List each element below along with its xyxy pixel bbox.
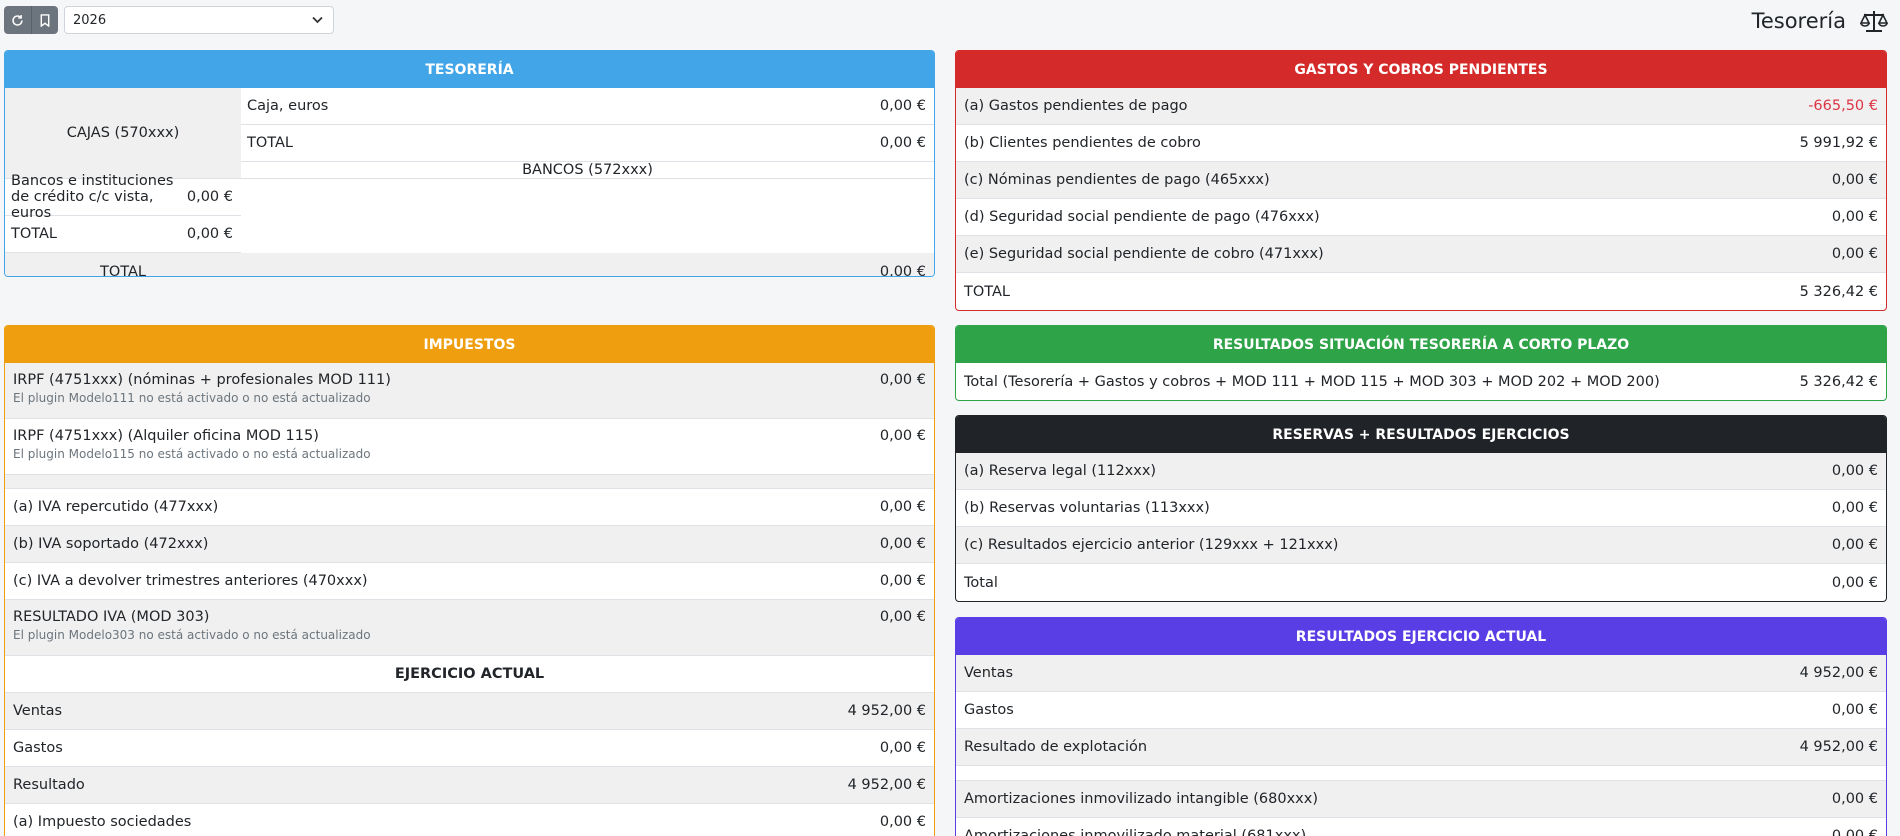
irpf111-row: IRPF (4751xxx) (nóminas + profesionales … (5, 363, 934, 419)
ejercicio-actual-title: EJERCICIO ACTUAL (5, 656, 934, 693)
gastos-card: GASTOS Y COBROS PENDIENTES (a) Gastos pe… (955, 50, 1887, 311)
ejercicio-actual-card: RESULTADOS EJERCICIO ACTUAL Ventas 4 952,… (955, 617, 1887, 836)
plugin-warning: El plugin Modelo303 no está activado o n… (13, 628, 371, 642)
refresh-icon (12, 14, 23, 26)
resultado-row: Ventas 4 952,00 € (956, 655, 1886, 692)
tesoreria-header: TESORERÍA (5, 51, 934, 88)
plugin-warning: El plugin Modelo111 no está activado o n… (13, 391, 371, 405)
tesoreria-total-row: TOTAL 0,00 € (5, 253, 934, 276)
gastos-row: (a) Gastos pendientes de pago -665,50 € (956, 88, 1886, 125)
cajas-label: CAJAS (570xxx) (5, 88, 241, 179)
iva-row: (c) IVA a devolver trimestres anteriores… (5, 563, 934, 600)
iva-result-row: RESULTADO IVA (MOD 303) El plugin Modelo3… (5, 600, 934, 656)
gastos-row: (e) Seguridad social pendiente de cobro … (956, 236, 1886, 273)
corto-plazo-card: RESULTADOS SITUACIÓN TESORERÍA A CORTO P… (955, 325, 1887, 401)
page-title: Tesorería (1751, 9, 1846, 33)
balance-scale-icon (1860, 11, 1888, 32)
reservas-header: RESERVAS + RESULTADOS EJERCICIOS (956, 416, 1886, 453)
gastos-row: (b) Clientes pendientes de cobro 5 991,92… (956, 125, 1886, 162)
resultado-row: Amortizaciones inmovilizado material (68… (956, 818, 1886, 836)
iva-row: (a) IVA repercutido (477xxx) 0,00 € (5, 489, 934, 526)
year-select[interactable]: 2026 (64, 6, 334, 34)
gastos-row: (c) Nóminas pendientes de pago (465xxx) 0… (956, 162, 1886, 199)
reservas-row: (c) Resultados ejercicio anterior (129xx… (956, 527, 1886, 564)
ejercicio-row: Resultado 4 952,00 € (5, 767, 934, 804)
toolbar: 2026 (4, 6, 334, 34)
divider (956, 766, 1886, 781)
resultado-row: Gastos 0,00 € (956, 692, 1886, 729)
ejercicio-actual-header: RESULTADOS EJERCICIO ACTUAL (956, 618, 1886, 655)
gastos-header: GASTOS Y COBROS PENDIENTES (956, 51, 1886, 88)
corto-plazo-total-row: Total (Tesorería + Gastos y cobros + MOD… (964, 373, 1878, 390)
reservas-total-row: Total 0,00 € (964, 574, 1878, 591)
ejercicio-row: Gastos 0,00 € (5, 730, 934, 767)
resultado-row: Amortizaciones inmovilizado intangible (… (956, 781, 1886, 818)
iva-row: (b) IVA soportado (472xxx) 0,00 € (5, 526, 934, 563)
impuestos-card: IMPUESTOS IRPF (4751xxx) (nóminas + prof… (4, 325, 935, 836)
bookmark-icon (40, 13, 50, 27)
reservas-row: (a) Reserva legal (112xxx) 0,00 € (956, 453, 1886, 490)
bookmark-button[interactable] (31, 6, 58, 34)
cajas-row: Caja, euros 0,00 € (241, 88, 934, 125)
divider (5, 475, 934, 489)
tesoreria-card: TESORERÍA CAJAS (570xxx) Caja, euros 0,00… (4, 50, 935, 277)
ejercicio-row: (a) Impuesto sociedades 0,00 € (5, 804, 934, 836)
corto-plazo-header: RESULTADOS SITUACIÓN TESORERÍA A CORTO P… (956, 326, 1886, 363)
cajas-total-row: TOTAL 0,00 € (241, 125, 934, 162)
impuestos-header: IMPUESTOS (5, 326, 934, 363)
action-button-group (4, 6, 58, 34)
plugin-warning: El plugin Modelo115 no está activado o n… (13, 447, 371, 461)
reservas-card: RESERVAS + RESULTADOS EJERCICIOS (a) Res… (955, 415, 1887, 602)
bancos-row: Bancos e instituciones de crédito c/c vi… (5, 173, 241, 221)
reservas-row: (b) Reservas voluntarias (113xxx) 0,00 € (956, 490, 1886, 527)
resultado-row: Resultado de explotación 4 952,00 € (956, 729, 1886, 766)
irpf115-row: IRPF (4751xxx) (Alquiler oficina MOD 115… (5, 419, 934, 475)
bancos-label: BANCOS (572xxx) (241, 162, 934, 179)
gastos-row: (d) Seguridad social pendiente de pago (… (956, 199, 1886, 236)
bancos-total-row: TOTAL 0,00 € (5, 216, 241, 253)
chevron-down-icon (312, 16, 323, 24)
reload-button[interactable] (4, 6, 31, 34)
year-select-value: 2026 (73, 12, 107, 28)
ejercicio-row: Ventas 4 952,00 € (5, 693, 934, 730)
gastos-total-row: TOTAL 5 326,42 € (964, 283, 1878, 300)
